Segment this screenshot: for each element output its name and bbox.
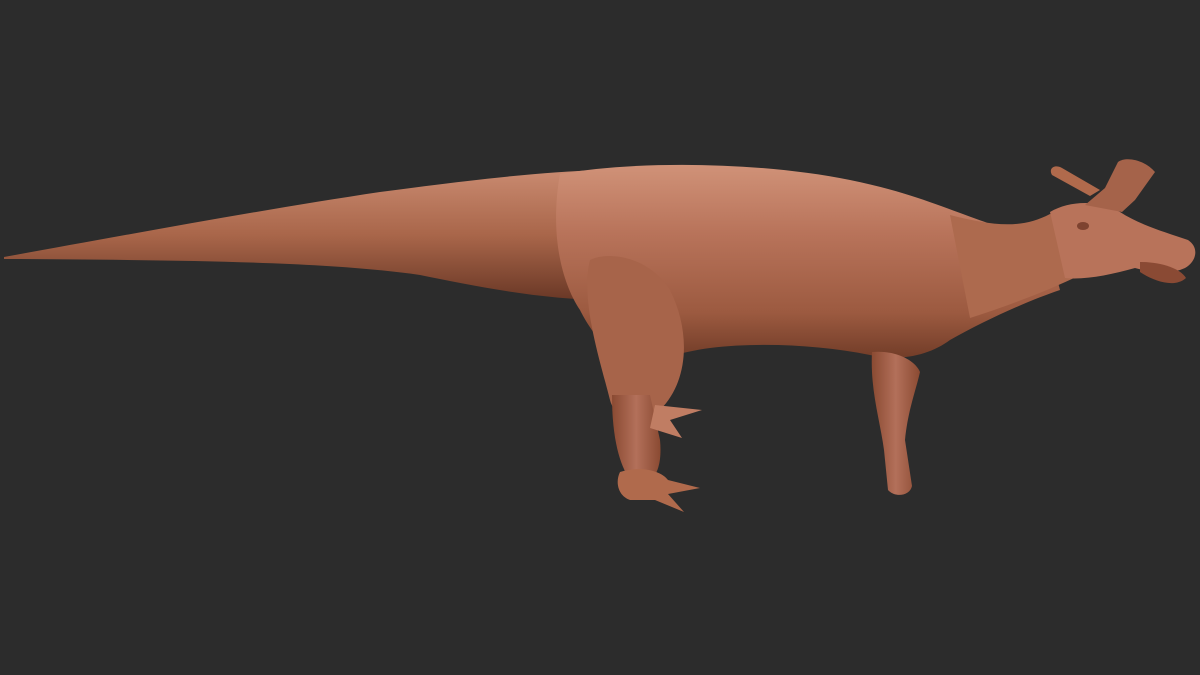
head: [1050, 203, 1196, 279]
dinosaur-model: [4, 159, 1196, 512]
front-leg: [871, 351, 920, 495]
tail: [4, 170, 610, 300]
hind-foot: [617, 469, 700, 512]
render-viewport: [0, 0, 1200, 675]
head-crest: [1085, 159, 1155, 212]
crest-spur: [1050, 166, 1100, 196]
eye: [1077, 222, 1089, 230]
